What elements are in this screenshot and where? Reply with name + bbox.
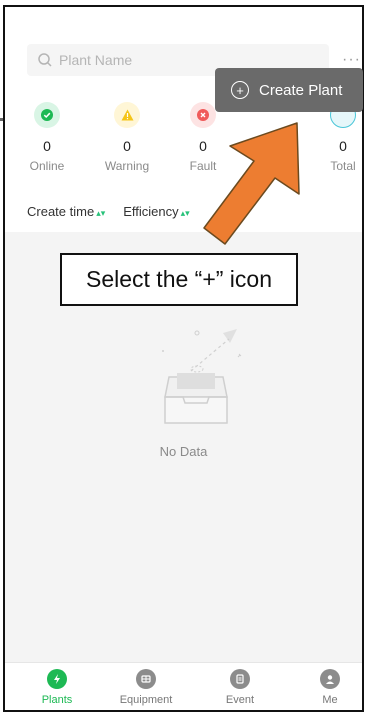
online-label: Online [29,159,65,173]
tab-event[interactable]: Event [200,669,280,706]
stat-total[interactable]: 0 Total [313,102,362,173]
bottom-tab-bar: Plants Equipment Event Me [5,662,362,710]
sort-bar: Create time ▴▾ Efficiency ▴▾ [27,204,190,219]
stat-warning[interactable]: 0 Warning [97,102,157,173]
warning-label: Warning [104,159,150,173]
instruction-callout: Select the “+” icon [60,253,298,306]
tab-me[interactable]: Me [290,669,362,706]
fault-label: Fault [189,159,217,173]
tab-me-label: Me [322,694,338,706]
total-label: Total [330,159,356,173]
fault-icon [190,102,216,128]
sort-arrows-icon: ▴▾ [96,208,106,218]
search-input[interactable]: Plant Name [59,52,132,68]
sort-create-time-label: Create time [27,204,95,219]
total-count: 0 [339,138,347,154]
sort-efficiency[interactable]: Efficiency ▴▾ [123,204,189,219]
tab-equipment[interactable]: Equipment [106,669,186,706]
plus-circle-icon: + [231,81,249,99]
empty-box-icon [162,329,242,424]
warning-icon [114,102,140,128]
tab-plants[interactable]: Plants [17,669,97,706]
sort-efficiency-label: Efficiency [123,204,179,219]
create-plant-menu-item[interactable]: + Create Plant [215,68,363,112]
more-menu-icon[interactable]: ··· [342,51,361,69]
sort-arrows-icon: ▴▾ [180,208,190,218]
person-icon [320,669,340,689]
sort-create-time[interactable]: Create time ▴▾ [27,204,105,219]
search-icon [38,53,52,67]
stat-fault[interactable]: 0 Fault [173,102,233,173]
instruction-text: Select the “+” icon [85,266,272,292]
online-icon [34,102,60,128]
online-count: 0 [43,138,51,154]
stat-online[interactable]: 0 Online [17,102,77,173]
event-icon [230,669,250,689]
header-panel: Plant Name ··· 0 Online 0 Warning 0 Faul… [5,7,362,232]
tab-equipment-label: Equipment [119,694,173,706]
bolt-icon [47,669,67,689]
tab-event-label: Event [225,694,255,706]
warning-count: 0 [123,138,131,154]
fault-count: 0 [199,138,207,154]
equipment-icon [136,669,156,689]
create-plant-label: Create Plant [259,81,343,99]
tab-plants-label: Plants [41,694,73,706]
empty-state-text: No Data [159,444,208,459]
